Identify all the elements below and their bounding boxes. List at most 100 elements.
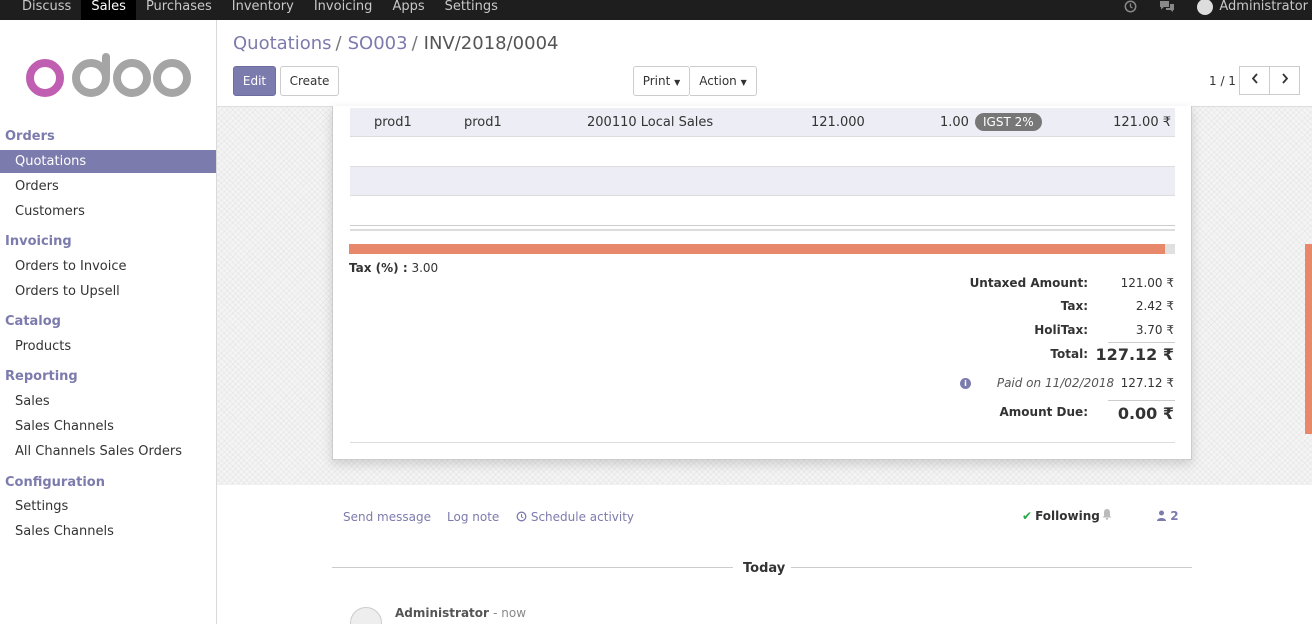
table-footer <box>350 225 1175 231</box>
message-avatar[interactable] <box>350 607 382 624</box>
top-navbar: Discuss Sales Purchases Inventory Invoic… <box>0 0 1312 20</box>
sidebar-item-sales[interactable]: Sales <box>0 390 216 413</box>
tax-percent-label: Tax (%) : <box>349 261 408 275</box>
menu-apps[interactable]: Apps <box>382 0 434 20</box>
check-icon: ✔ <box>1022 509 1033 523</box>
line-unit-price: 1.00 <box>940 115 969 130</box>
caret-down-icon: ▼ <box>740 78 747 87</box>
send-message-link[interactable]: Send message <box>343 510 431 524</box>
amount-due-value: 0.00 ₹ <box>1117 404 1174 423</box>
sidebar-item-orders[interactable]: Orders <box>0 175 216 198</box>
tax-badge: IGST 2% <box>975 113 1042 131</box>
menu-discuss[interactable]: Discuss <box>12 0 81 20</box>
app-menu: Discuss Sales Purchases Inventory Invoic… <box>12 0 508 20</box>
message-author[interactable]: Administrator <box>395 606 489 620</box>
edit-button[interactable]: Edit <box>233 66 276 96</box>
odoo-logo <box>26 53 191 97</box>
followers-count: 2 <box>1170 509 1179 523</box>
date-divider-right <box>791 567 1192 568</box>
sidebar-section-configuration: Configuration <box>5 475 105 490</box>
chevron-right-icon <box>1281 73 1289 88</box>
total-divider <box>1108 342 1175 343</box>
schedule-activity-label: Schedule activity <box>530 510 635 524</box>
line-subtotal: 121.00 ₹ <box>1113 115 1171 130</box>
print-dropdown[interactable]: Print ▼ <box>633 66 690 96</box>
payment-date: Paid on 11/02/2018 <box>996 376 1115 390</box>
sidebar-item-all-channels-sales-orders[interactable]: All Channels Sales Orders <box>0 440 216 463</box>
holitax-label: HoliTax: <box>1034 323 1088 337</box>
pager-previous-button[interactable] <box>1239 66 1270 95</box>
systray: Administrator <box>1124 0 1312 20</box>
menu-sales[interactable]: Sales <box>81 0 136 20</box>
clock-icon[interactable] <box>1124 0 1137 16</box>
action-label: Action <box>699 74 737 88</box>
amount-due-label: Amount Due: <box>999 405 1088 419</box>
schedule-activity-link[interactable]: Schedule activity <box>516 510 634 524</box>
untaxed-amount-value: 121.00 ₹ <box>1120 276 1174 290</box>
create-button[interactable]: Create <box>280 66 339 96</box>
breadcrumb-quotations[interactable]: Quotations <box>233 33 332 54</box>
menu-purchases[interactable]: Purchases <box>136 0 222 20</box>
sidebar-item-config-settings[interactable]: Settings <box>0 495 216 518</box>
action-dropdown[interactable]: Action ▼ <box>690 66 757 96</box>
pager-value[interactable]: 1 / 1 <box>1209 74 1236 88</box>
payment-value: 127.12 ₹ <box>1120 376 1174 390</box>
breadcrumb-so003[interactable]: SO003 <box>348 33 408 54</box>
message-time: - now <box>493 606 527 620</box>
due-divider <box>1108 400 1175 401</box>
holitax-value: 3.70 ₹ <box>1135 323 1174 337</box>
sidebar: Orders Quotations Orders Customers Invoi… <box>0 20 217 624</box>
total-label: Total: <box>1050 347 1088 361</box>
tax-label: Tax: <box>1060 299 1088 313</box>
horizontal-scrollbar[interactable] <box>349 244 1165 254</box>
bell-icon[interactable] <box>1101 508 1113 523</box>
untaxed-amount-label: Untaxed Amount: <box>969 276 1088 290</box>
breadcrumb-separator: / <box>411 33 418 54</box>
following-button[interactable]: ✔ Following <box>1022 509 1100 523</box>
clock-icon <box>516 510 531 524</box>
info-icon[interactable]: i <box>960 378 971 389</box>
user-icon <box>1157 509 1170 523</box>
sidebar-section-orders: Orders <box>5 129 55 144</box>
menu-inventory[interactable]: Inventory <box>222 0 304 20</box>
log-note-link[interactable]: Log note <box>447 510 499 524</box>
line-description: prod1 <box>464 115 502 130</box>
invoice-line-row[interactable]: prod1 prod1 200110 Local Sales 121.000 1… <box>350 108 1175 137</box>
menu-settings[interactable]: Settings <box>435 0 508 20</box>
sidebar-item-sales-channels[interactable]: Sales Channels <box>0 415 216 438</box>
scrollbar-track-end <box>1165 244 1175 254</box>
vertical-scrollbar[interactable] <box>1305 244 1312 434</box>
line-quantity: 121.000 <box>811 115 865 130</box>
sheet-footer-divider <box>350 442 1175 443</box>
pager-next-button[interactable] <box>1269 66 1300 95</box>
empty-line-row <box>350 166 1175 196</box>
caret-down-icon: ▼ <box>674 78 681 87</box>
payment-info: i Paid on 11/02/2018 <box>960 376 1114 390</box>
sidebar-item-orders-to-upsell[interactable]: Orders to Upsell <box>0 280 216 303</box>
sidebar-section-reporting: Reporting <box>5 369 78 384</box>
sidebar-item-quotations[interactable]: Quotations <box>0 150 216 173</box>
breadcrumb-current: INV/2018/0004 <box>423 33 559 54</box>
sidebar-item-customers[interactable]: Customers <box>0 200 216 223</box>
sidebar-item-config-sales-channels[interactable]: Sales Channels <box>0 520 216 543</box>
total-value: 127.12 ₹ <box>1095 345 1174 364</box>
chat-icon[interactable] <box>1159 0 1175 16</box>
line-account: 200110 Local Sales <box>587 115 714 130</box>
sidebar-item-products[interactable]: Products <box>0 335 216 358</box>
sidebar-item-orders-to-invoice[interactable]: Orders to Invoice <box>0 255 216 278</box>
date-divider-left <box>332 567 733 568</box>
breadcrumb-separator: / <box>335 33 342 54</box>
sidebar-section-catalog: Catalog <box>5 314 61 329</box>
tax-value: 2.42 ₹ <box>1135 299 1174 313</box>
sidebar-section-invoicing: Invoicing <box>5 234 72 249</box>
tax-percent-value: 3.00 <box>411 261 439 275</box>
chevron-left-icon <box>1251 73 1259 88</box>
menu-invoicing[interactable]: Invoicing <box>304 0 383 20</box>
followers-button[interactable]: 2 <box>1157 509 1179 523</box>
print-label: Print <box>642 74 671 88</box>
message-header: Administrator - now <box>395 606 526 620</box>
breadcrumb: Quotations / SO003 / INV/2018/0004 <box>233 33 559 54</box>
user-menu[interactable]: Administrator <box>1219 0 1308 13</box>
user-avatar[interactable] <box>1197 0 1214 15</box>
following-label: Following <box>1035 509 1100 523</box>
